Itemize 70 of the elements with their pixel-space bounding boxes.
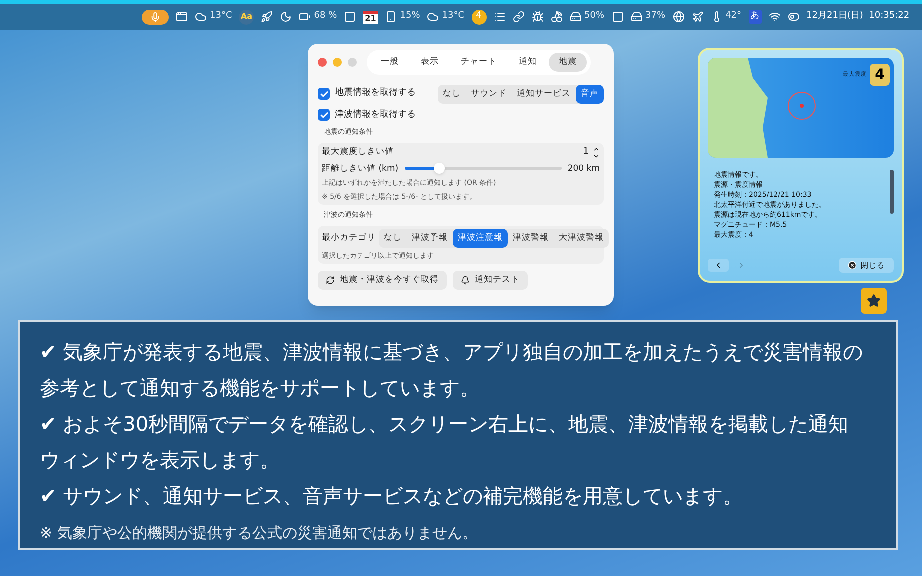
slider-thumb[interactable] [434,163,446,174]
segment-option[interactable]: 津波注意報 [453,228,508,248]
menubar-reading: 42° [726,10,742,24]
cloud-icon[interactable] [427,11,440,23]
menubar-reading: 68 % [314,10,338,24]
tab[interactable]: 地震 [549,53,587,72]
field-label: 最大震度しきい値 [322,146,394,159]
calendar-icon[interactable]: 21 [363,10,378,24]
input-method-icon[interactable]: あ [748,10,762,24]
stepper[interactable] [593,146,600,160]
segment-option[interactable]: 大津波警報 [554,228,609,248]
segment-option[interactable]: なし [438,84,466,104]
link-icon[interactable] [512,11,525,23]
menubar-reading: 13°C [210,10,232,24]
cloud-icon[interactable] [195,11,207,23]
field-label: 距離しきい値 (km) [322,162,399,176]
window-icon[interactable] [176,11,188,23]
chevron-down-icon [593,152,600,160]
moon-icon[interactable] [280,11,292,23]
cherry-icon[interactable] [550,11,563,23]
menubar-reading: 50% [584,10,605,24]
caption-text: ✔ 気象庁が発表する地震、津波情報に基づき、アプリ独自の加工を加えたうえで災害情報の参考として通知する機能をサポートしています。 [40,339,864,402]
globe-icon[interactable] [672,11,685,23]
battery-icon[interactable] [299,11,312,23]
bell-icon [461,276,470,285]
stepper-value: 1 [583,146,589,159]
text-icon[interactable]: Aa [239,10,254,24]
scrollbar [890,170,894,214]
plane-icon[interactable] [692,11,704,23]
slider-reading: 200 km [568,162,600,176]
segment-option[interactable]: 津波予報 [407,228,453,248]
caption-text: ✔ およそ30秒間隔でデータを確認し、スクリーン右上に、地震、津波情報を掲載した通知ウィンドウを表示します。 [40,411,850,474]
segment-option[interactable]: なし [379,228,407,248]
segment-option[interactable]: 津波警報 [508,228,554,248]
action-button[interactable]: 地震・津波を今すぐ取得 [318,271,447,290]
chevron-right-icon [737,260,746,270]
checkbox[interactable] [318,109,330,122]
square-icon[interactable] [344,11,356,23]
disclaimer-text: ※ 気象庁や公的機関が提供する公式の災害通知ではありません。 [40,523,478,544]
close-icon [848,260,857,270]
tab[interactable]: 通知 [509,53,547,72]
close-button[interactable] [318,58,327,67]
checkbox-label: 津波情報を取得する [335,108,416,122]
menubar-reading: 15% [400,10,420,24]
action-button[interactable]: 通知テスト [453,271,528,290]
toggle-icon[interactable] [788,11,800,23]
refresh-icon [326,276,335,285]
chevron-up-icon [593,146,600,152]
segment-option[interactable]: 通知サービス [512,84,576,104]
tab[interactable]: 表示 [411,53,449,72]
segment-option[interactable]: 音声 [576,84,604,104]
microphone-button[interactable] [142,10,169,24]
tab[interactable]: 一般 [371,53,409,72]
segment-option[interactable]: サウンド [466,84,512,104]
intensity-badge: 4 [870,64,890,86]
checkbox-label: 地震情報を取得する [335,87,416,100]
menubar-clock[interactable]: 12月21日(日) 10:35:22 [806,10,910,24]
epicenter-marker [788,92,816,120]
caption-text: ✔ サウンド、通知サービス、音声サービスなどの補完機能を用意しています。 [40,483,744,510]
tab[interactable]: チャート [451,53,507,72]
rocket-icon[interactable] [261,11,274,23]
checkbox[interactable] [318,88,330,100]
app-icon [861,288,887,314]
phone-icon[interactable] [385,11,398,23]
menubar-reading: 13°C [442,10,465,24]
menubar-reading: 37% [646,10,666,24]
chevron-left-icon [714,260,723,270]
field-label: 最小カテゴリ [322,232,376,244]
microphone-icon [150,12,161,22]
bug-icon[interactable] [532,11,544,23]
